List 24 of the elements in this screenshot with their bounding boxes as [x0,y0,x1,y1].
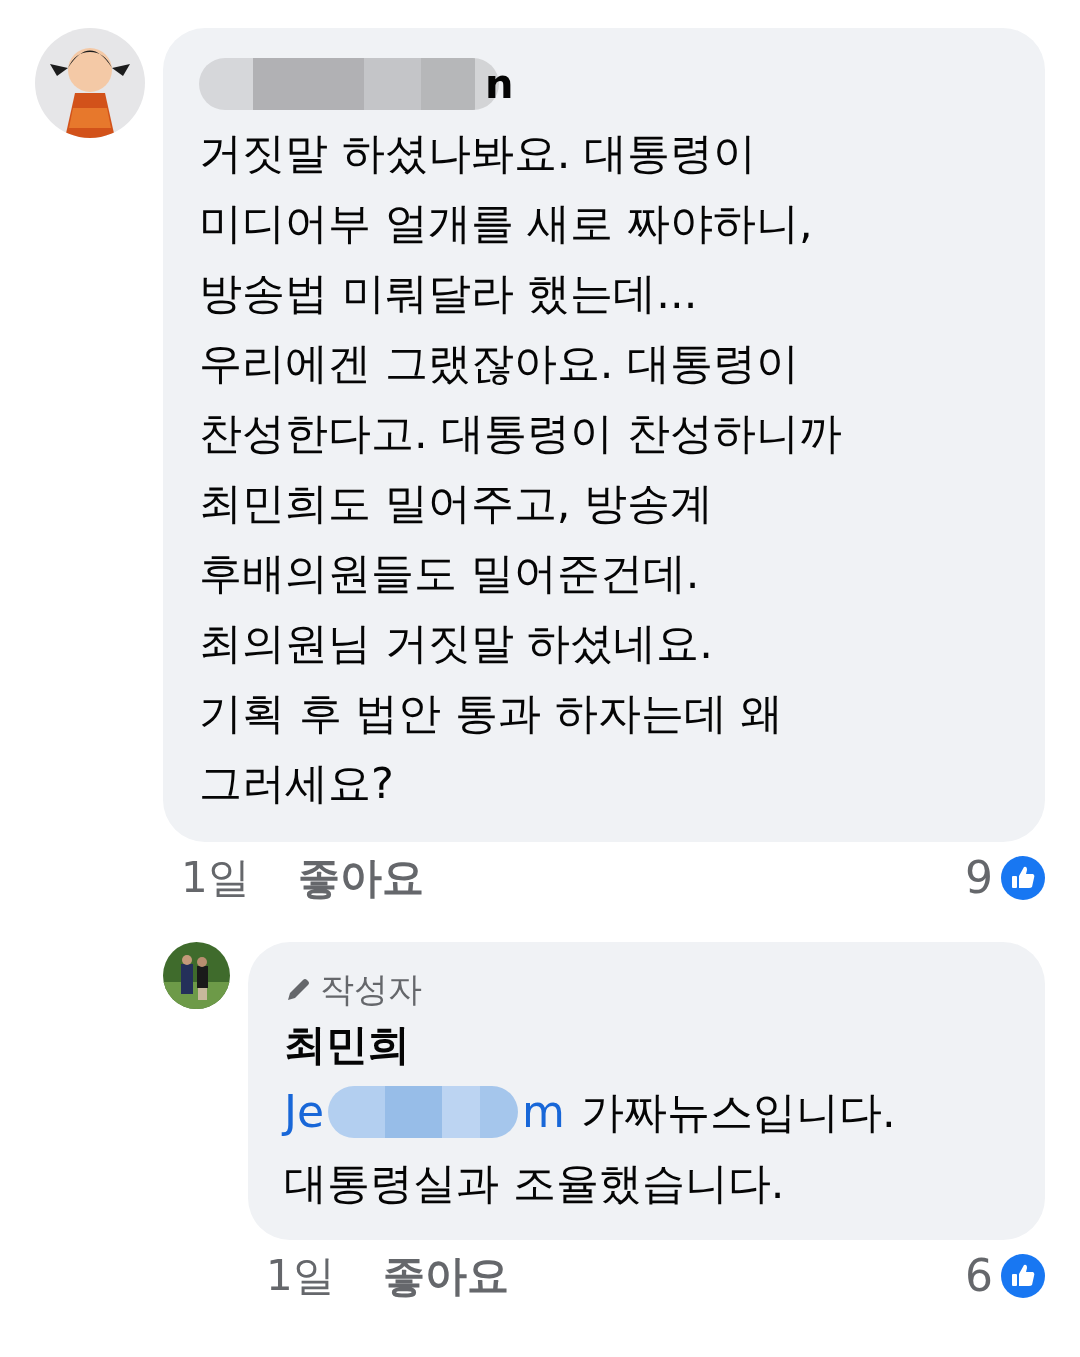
like-link[interactable]: 좋아요 [297,850,424,906]
like-count: 9 [965,851,993,905]
comment-text: 후배의원들도 밀어준건데. [199,547,701,600]
comment-text: 방송법 미뤄달라 했는데... [199,267,699,320]
comment-text: 찬성한다고. 대통령이 찬성하니까 [199,407,843,460]
author-name: n [485,60,514,109]
comment-text: 기획 후 법안 통과 하자는데 왜 [199,687,785,740]
comment-text: 가짜뉴스입니다. [580,1085,896,1139]
comment-time: 1일 [181,852,250,904]
comment-time: 1일 [266,1250,335,1302]
like-count: 6 [965,1249,993,1303]
comment-text: 그러세요? [199,757,395,810]
comment-text: 우리에겐 그랬잖아요. 대통령이 [199,337,800,390]
like-icon [1001,1254,1045,1298]
comment-text: 거짓말 하셨나봐요. 대통령이 [199,127,757,180]
like-link[interactable]: 좋아요 [382,1248,509,1304]
mention-link[interactable]: m [522,1075,565,1148]
comment-text: 최민희도 밀어주고, 방송계 [199,477,714,530]
author-name: 최민희 [284,1019,411,1071]
comment-text: 최의원님 거짓말 하셨네요. [199,617,714,670]
like-icon [1001,856,1045,900]
comment-text: 대통령실과 조율했습니다. [284,1157,786,1210]
author-role-label: 작성자 [320,968,422,1011]
comment-text: 미디어부 얼개를 새로 짜야하니, [199,197,814,250]
